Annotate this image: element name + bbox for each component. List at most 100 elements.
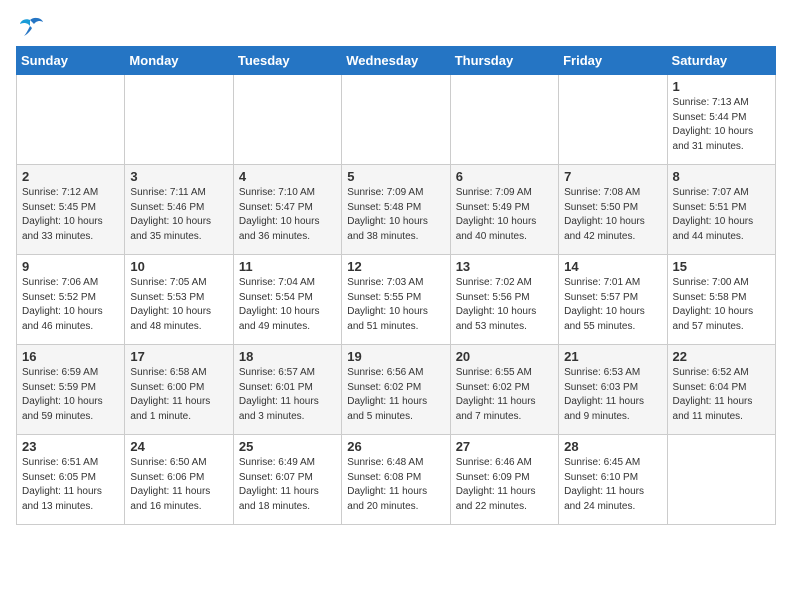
day-number: 5	[347, 169, 444, 184]
weekday-header-friday: Friday	[559, 47, 667, 75]
day-number: 20	[456, 349, 553, 364]
calendar-day-cell: 13Sunrise: 7:02 AM Sunset: 5:56 PM Dayli…	[450, 255, 558, 345]
day-info: Sunrise: 6:45 AM Sunset: 6:10 PM Dayligh…	[564, 456, 661, 514]
day-number: 27	[456, 439, 553, 454]
day-number: 9	[22, 259, 119, 274]
calendar-empty-cell	[667, 435, 775, 525]
day-info: Sunrise: 7:04 AM Sunset: 5:54 PM Dayligh…	[239, 276, 336, 334]
calendar-empty-cell	[342, 75, 450, 165]
logo	[16, 16, 48, 38]
calendar-week-row: 9 Sunrise: 7:06 AM Sunset: 5:52 PM Daylig…	[17, 255, 776, 345]
day-info: Sunrise: 6:48 AM Sunset: 6:08 PM Dayligh…	[347, 456, 444, 514]
calendar-day-cell: 27 Sunrise: 6:46 AM Sunset: 6:09 PM Dayli…	[450, 435, 558, 525]
logo-bird-icon	[16, 16, 44, 38]
day-info: Sunrise: 6:58 AM Sunset: 6:00 PM Dayligh…	[130, 366, 227, 424]
day-number: 17	[130, 349, 227, 364]
calendar-day-cell: 14 Sunrise: 7:01 AM Sunset: 5:57 PM Dayli…	[559, 255, 667, 345]
day-info: Sunrise: 6:46 AM Sunset: 6:09 PM Dayligh…	[456, 456, 553, 514]
day-number: 23	[22, 439, 119, 454]
calendar-day-cell: 7 Sunrise: 7:08 AM Sunset: 5:50 PM Daylig…	[559, 165, 667, 255]
day-info: Sunrise: 7:00 AM Sunset: 5:58 PM Dayligh…	[673, 276, 770, 334]
day-info: Sunrise: 7:08 AM Sunset: 5:50 PM Dayligh…	[564, 186, 661, 244]
calendar-week-row: 23 Sunrise: 6:51 AM Sunset: 6:05 PM Dayli…	[17, 435, 776, 525]
day-info: Sunrise: 7:12 AM Sunset: 5:45 PM Dayligh…	[22, 186, 119, 244]
calendar-day-cell: 9 Sunrise: 7:06 AM Sunset: 5:52 PM Daylig…	[17, 255, 125, 345]
day-number: 22	[673, 349, 770, 364]
day-number: 24	[130, 439, 227, 454]
day-number: 15	[673, 259, 770, 274]
day-number: 28	[564, 439, 661, 454]
day-number: 26	[347, 439, 444, 454]
day-info: Sunrise: 6:55 AM Sunset: 6:02 PM Dayligh…	[456, 366, 553, 424]
day-number: 12	[347, 259, 444, 274]
calendar-day-cell: 12 Sunrise: 7:03 AM Sunset: 5:55 PM Dayli…	[342, 255, 450, 345]
calendar-table: SundayMondayTuesdayWednesdayThursdayFrid…	[16, 46, 776, 525]
day-info: Sunrise: 6:53 AM Sunset: 6:03 PM Dayligh…	[564, 366, 661, 424]
calendar-day-cell: 23 Sunrise: 6:51 AM Sunset: 6:05 PM Dayli…	[17, 435, 125, 525]
calendar-day-cell: 19Sunrise: 6:56 AM Sunset: 6:02 PM Dayli…	[342, 345, 450, 435]
day-info: Sunrise: 7:03 AM Sunset: 5:55 PM Dayligh…	[347, 276, 444, 334]
day-info: Sunrise: 6:50 AM Sunset: 6:06 PM Dayligh…	[130, 456, 227, 514]
day-number: 18	[239, 349, 336, 364]
page-header	[16, 16, 776, 38]
weekday-header-monday: Monday	[125, 47, 233, 75]
calendar-empty-cell	[125, 75, 233, 165]
calendar-day-cell: 1Sunrise: 7:13 AM Sunset: 5:44 PM Daylig…	[667, 75, 775, 165]
calendar-empty-cell	[233, 75, 341, 165]
day-number: 25	[239, 439, 336, 454]
calendar-day-cell: 28 Sunrise: 6:45 AM Sunset: 6:10 PM Dayli…	[559, 435, 667, 525]
day-number: 19	[347, 349, 444, 364]
calendar-day-cell: 6Sunrise: 7:09 AM Sunset: 5:49 PM Daylig…	[450, 165, 558, 255]
day-info: Sunrise: 6:57 AM Sunset: 6:01 PM Dayligh…	[239, 366, 336, 424]
calendar-day-cell: 20 Sunrise: 6:55 AM Sunset: 6:02 PM Dayli…	[450, 345, 558, 435]
weekday-header-wednesday: Wednesday	[342, 47, 450, 75]
day-number: 7	[564, 169, 661, 184]
calendar-empty-cell	[17, 75, 125, 165]
calendar-day-cell: 17 Sunrise: 6:58 AM Sunset: 6:00 PM Dayli…	[125, 345, 233, 435]
calendar-empty-cell	[450, 75, 558, 165]
calendar-day-cell: 4 Sunrise: 7:10 AM Sunset: 5:47 PM Daylig…	[233, 165, 341, 255]
calendar-day-cell: 25 Sunrise: 6:49 AM Sunset: 6:07 PM Dayli…	[233, 435, 341, 525]
calendar-week-row: 16 Sunrise: 6:59 AM Sunset: 5:59 PM Dayli…	[17, 345, 776, 435]
day-info: Sunrise: 6:52 AM Sunset: 6:04 PM Dayligh…	[673, 366, 770, 424]
day-number: 16	[22, 349, 119, 364]
calendar-week-row: 1Sunrise: 7:13 AM Sunset: 5:44 PM Daylig…	[17, 75, 776, 165]
calendar-day-cell: 2 Sunrise: 7:12 AM Sunset: 5:45 PM Daylig…	[17, 165, 125, 255]
weekday-header-saturday: Saturday	[667, 47, 775, 75]
calendar-empty-cell	[559, 75, 667, 165]
day-info: Sunrise: 6:59 AM Sunset: 5:59 PM Dayligh…	[22, 366, 119, 424]
weekday-header-tuesday: Tuesday	[233, 47, 341, 75]
day-number: 11	[239, 259, 336, 274]
day-number: 3	[130, 169, 227, 184]
calendar-day-cell: 15 Sunrise: 7:00 AM Sunset: 5:58 PM Dayli…	[667, 255, 775, 345]
day-info: Sunrise: 7:09 AM Sunset: 5:48 PM Dayligh…	[347, 186, 444, 244]
day-info: Sunrise: 7:05 AM Sunset: 5:53 PM Dayligh…	[130, 276, 227, 334]
calendar-day-cell: 24 Sunrise: 6:50 AM Sunset: 6:06 PM Dayli…	[125, 435, 233, 525]
day-info: Sunrise: 7:10 AM Sunset: 5:47 PM Dayligh…	[239, 186, 336, 244]
calendar-day-cell: 3 Sunrise: 7:11 AM Sunset: 5:46 PM Daylig…	[125, 165, 233, 255]
day-info: Sunrise: 7:06 AM Sunset: 5:52 PM Dayligh…	[22, 276, 119, 334]
calendar-header-row: SundayMondayTuesdayWednesdayThursdayFrid…	[17, 47, 776, 75]
day-number: 6	[456, 169, 553, 184]
calendar-day-cell: 21Sunrise: 6:53 AM Sunset: 6:03 PM Dayli…	[559, 345, 667, 435]
day-info: Sunrise: 7:01 AM Sunset: 5:57 PM Dayligh…	[564, 276, 661, 334]
calendar-day-cell: 26 Sunrise: 6:48 AM Sunset: 6:08 PM Dayli…	[342, 435, 450, 525]
day-number: 8	[673, 169, 770, 184]
weekday-header-thursday: Thursday	[450, 47, 558, 75]
day-number: 14	[564, 259, 661, 274]
calendar-day-cell: 8Sunrise: 7:07 AM Sunset: 5:51 PM Daylig…	[667, 165, 775, 255]
calendar-week-row: 2 Sunrise: 7:12 AM Sunset: 5:45 PM Daylig…	[17, 165, 776, 255]
calendar-day-cell: 22 Sunrise: 6:52 AM Sunset: 6:04 PM Dayli…	[667, 345, 775, 435]
day-number: 2	[22, 169, 119, 184]
calendar-day-cell: 16 Sunrise: 6:59 AM Sunset: 5:59 PM Dayli…	[17, 345, 125, 435]
day-info: Sunrise: 6:49 AM Sunset: 6:07 PM Dayligh…	[239, 456, 336, 514]
calendar-day-cell: 10 Sunrise: 7:05 AM Sunset: 5:53 PM Dayli…	[125, 255, 233, 345]
day-info: Sunrise: 6:51 AM Sunset: 6:05 PM Dayligh…	[22, 456, 119, 514]
weekday-header-sunday: Sunday	[17, 47, 125, 75]
day-number: 4	[239, 169, 336, 184]
day-number: 10	[130, 259, 227, 274]
day-info: Sunrise: 7:11 AM Sunset: 5:46 PM Dayligh…	[130, 186, 227, 244]
day-info: Sunrise: 7:02 AM Sunset: 5:56 PM Dayligh…	[456, 276, 553, 334]
calendar-day-cell: 11 Sunrise: 7:04 AM Sunset: 5:54 PM Dayli…	[233, 255, 341, 345]
calendar-day-cell: 18 Sunrise: 6:57 AM Sunset: 6:01 PM Dayli…	[233, 345, 341, 435]
